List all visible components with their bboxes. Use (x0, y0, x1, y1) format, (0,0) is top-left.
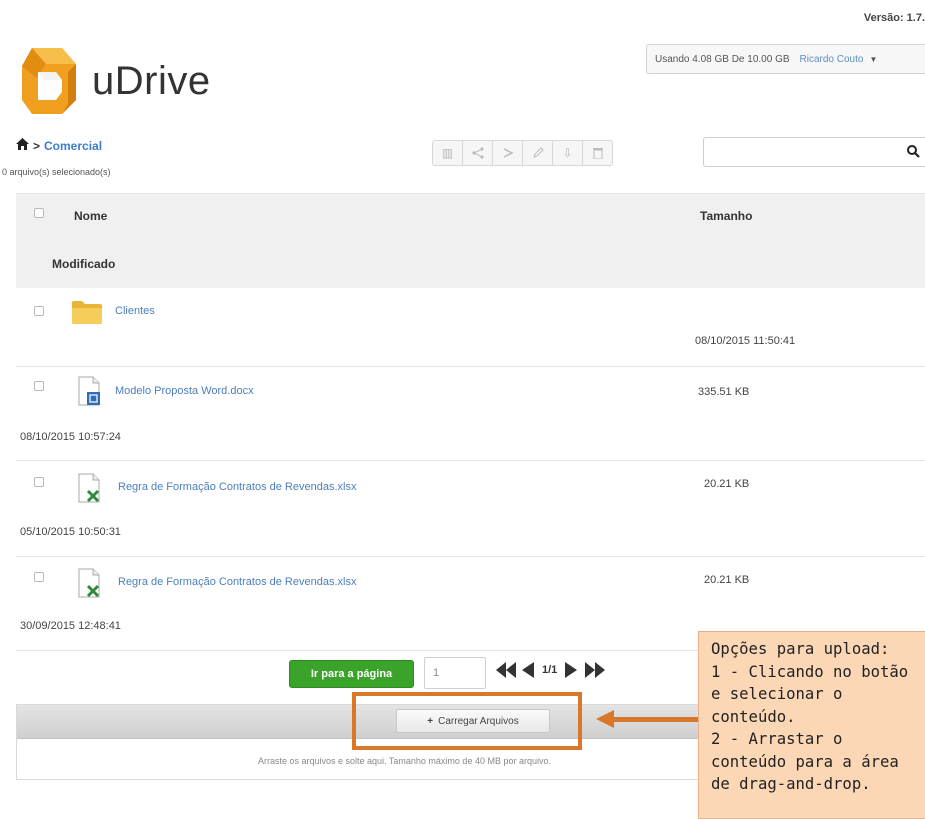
file-modified: 30/09/2015 12:48:41 (20, 620, 121, 632)
search-icon[interactable] (907, 145, 920, 163)
first-page-icon[interactable] (496, 662, 516, 678)
file-modified: 08/10/2015 11:50:41 (695, 335, 796, 347)
edit-button[interactable] (522, 140, 553, 166)
previous-page-icon[interactable] (522, 662, 534, 678)
file-size: 20.21 KB (704, 574, 750, 586)
annotation-arrow-line (612, 717, 698, 722)
udrive-logo-icon (22, 48, 76, 114)
callout-line: Opções para upload: (711, 640, 890, 658)
row-divider (16, 556, 925, 557)
version-label: Versão: 1.7. (863, 12, 925, 24)
copy-button[interactable]: ▥ (432, 140, 463, 166)
user-name: Ricardo Couto (799, 53, 864, 65)
file-name-link[interactable]: Regra de Formação Contratos de Revendas.… (118, 576, 356, 588)
download-button[interactable]: ⇩ (552, 140, 583, 166)
user-menu[interactable]: Usando 4.08 GB De 10.00 GB Ricardo Couto… (646, 44, 925, 74)
move-icon (503, 148, 514, 158)
annotation-callout: Opções para upload: 1 - Clicando no botã… (698, 631, 925, 819)
breadcrumb: > Comercial (16, 138, 102, 153)
callout-line: 2 - Arrastar o (711, 730, 843, 748)
excel-file-icon (78, 473, 100, 503)
highlight-box (352, 692, 582, 750)
next-page-icon[interactable] (565, 662, 578, 678)
download-icon: ⇩ (562, 146, 573, 160)
page-number-input[interactable] (424, 657, 486, 689)
file-name-link[interactable]: Regra de Formação Contratos de Revendas.… (118, 481, 356, 493)
row-checkbox[interactable] (34, 572, 44, 582)
excel-file-icon (78, 568, 100, 598)
folder-icon (72, 301, 102, 324)
file-name-link[interactable]: Modelo Proposta Word.docx (115, 385, 254, 397)
callout-line: conteúdo. (711, 707, 796, 726)
row-divider (16, 366, 925, 367)
callout-line: e selecionar o (711, 685, 843, 703)
share-icon (471, 147, 484, 159)
trash-icon (592, 148, 603, 159)
pager: 1/1 (496, 662, 606, 678)
row-divider (16, 460, 925, 461)
callout-line: de drag-and-drop. (711, 775, 871, 793)
selection-status: 0 arquivo(s) selecionado(s) (2, 167, 111, 177)
callout-line: conteúdo para a área (711, 752, 899, 771)
goto-page-button[interactable]: Ir para a página (289, 660, 414, 688)
caret-down-icon: ▼ (869, 54, 878, 64)
file-name-link[interactable]: Clientes (115, 305, 155, 317)
delete-button[interactable] (582, 140, 613, 166)
breadcrumb-folder[interactable]: Comercial (44, 139, 102, 153)
file-size: 20.21 KB (704, 478, 750, 490)
column-header-modified[interactable]: Modificado (52, 257, 115, 271)
edit-icon (532, 147, 544, 158)
file-size: 335.51 KB (698, 386, 750, 398)
storage-usage: Usando 4.08 GB De 10.00 GB (655, 53, 790, 65)
last-page-icon[interactable] (585, 662, 606, 678)
column-header-name[interactable]: Nome (74, 209, 107, 223)
word-file-icon (78, 376, 100, 406)
row-checkbox[interactable] (34, 381, 44, 391)
row-checkbox[interactable] (34, 477, 44, 487)
share-button[interactable] (462, 140, 493, 166)
file-modified: 05/10/2015 10:50:31 (20, 526, 121, 538)
file-toolbar: ▥ ⇩ (432, 140, 613, 166)
annotation-arrow-icon (596, 710, 614, 728)
select-all-checkbox[interactable] (34, 208, 44, 218)
column-header-size[interactable]: Tamanho (700, 209, 752, 223)
callout-line: 1 - Clicando no botão (711, 662, 909, 681)
page-indicator: 1/1 (542, 664, 558, 676)
move-button[interactable] (492, 140, 523, 166)
logo[interactable]: uDrive (18, 44, 211, 118)
copy-icon: ▥ (441, 146, 454, 160)
file-modified: 08/10/2015 10:57:24 (20, 431, 121, 443)
app-name: uDrive (92, 58, 211, 103)
table-header (16, 193, 925, 288)
breadcrumb-separator: > (33, 138, 41, 153)
row-checkbox[interactable] (34, 306, 44, 316)
home-icon[interactable] (16, 138, 29, 153)
search-input[interactable] (703, 137, 925, 167)
drop-zone-hint: Arraste os arquivos e solte aqui. Tamanh… (258, 756, 551, 766)
